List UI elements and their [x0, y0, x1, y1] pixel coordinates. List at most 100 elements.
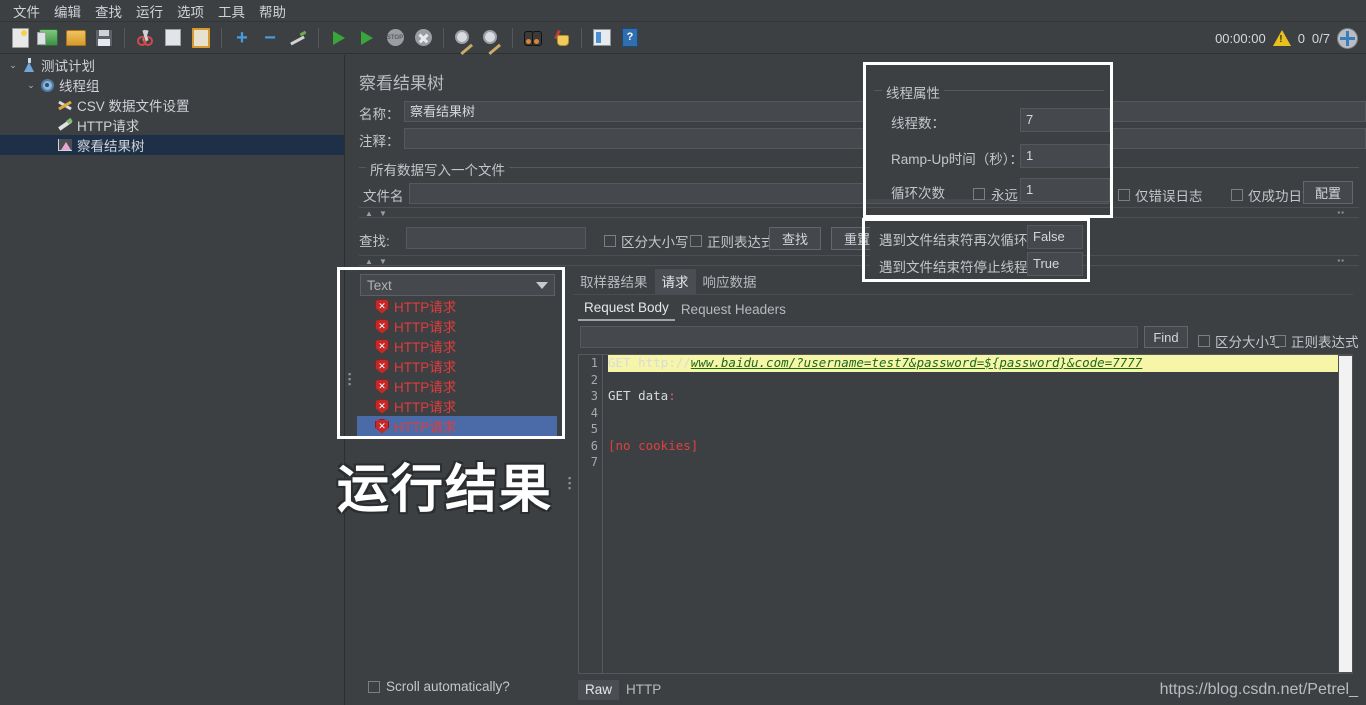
raw-http-tabs[interactable]: Raw HTTP — [578, 678, 668, 700]
shutdown-icon[interactable] — [410, 25, 436, 51]
menu-item-1[interactable]: 编辑 — [47, 0, 88, 23]
splitter2-grip[interactable]: ▪▪ — [1337, 256, 1345, 265]
request-body-view[interactable]: 1 2 3 4 5 6 7 GET http://www.baidu.com/?userna… — [578, 354, 1353, 674]
help-icon[interactable]: ? — [617, 25, 643, 51]
splitter-2[interactable]: ▲ ▼ ▪▪ — [359, 255, 1359, 266]
line-number: 4 — [590, 405, 598, 420]
chevron-down-icon[interactable] — [536, 281, 548, 289]
results-list[interactable]: ✕ HTTP请求 ✕ HTTP请求 ✕ HTTP请求 ✕ HTTP请求 ✕ HTTP请求 ✕ HTTP… — [357, 296, 557, 438]
result-entry-2[interactable]: ✕ HTTP请求 — [357, 336, 557, 356]
result-entry-5[interactable]: ✕ HTTP请求 — [357, 396, 557, 416]
menu-item-0[interactable]: 文件 — [6, 0, 47, 23]
warning-icon[interactable] — [1272, 30, 1291, 46]
search-case-box[interactable] — [604, 235, 616, 247]
detail-find-input[interactable] — [580, 326, 1138, 348]
result-entry-0[interactable]: ✕ HTTP请求 — [357, 296, 557, 316]
thread-gizmo-icon[interactable] — [1337, 27, 1358, 49]
result-entry-6[interactable]: ✕ HTTP请求 — [357, 416, 557, 436]
results-splitter-grip[interactable]: ▪ ▪ ▪ — [348, 370, 352, 389]
splitter2-up-arrow[interactable]: ▲ — [365, 257, 373, 266]
chevron-down-icon[interactable]: ⌄ — [24, 80, 38, 91]
menu-item-2[interactable]: 查找 — [88, 0, 129, 23]
tree-item-3[interactable]: HTTP请求 — [0, 115, 344, 135]
search-reset-icon[interactable] — [548, 25, 574, 51]
detail-case-checkbox[interactable]: 区分大小写 — [1198, 331, 1283, 351]
search-regex-checkbox[interactable]: 正则表达式 — [690, 231, 775, 251]
raw-tab-1[interactable]: HTTP — [619, 680, 668, 700]
scroll-automatically-checkbox[interactable]: Scroll automatically? — [368, 679, 510, 694]
tree-item-2[interactable]: CSV 数据文件设置 — [0, 95, 344, 115]
tree-item-0[interactable]: ⌄ 测试计划 — [0, 55, 344, 75]
cut-icon[interactable] — [132, 25, 158, 51]
detail-case-box[interactable] — [1198, 335, 1210, 347]
menu-item-3[interactable]: 运行 — [129, 0, 170, 23]
start-icon[interactable] — [326, 25, 352, 51]
search-find-button[interactable]: 查找 — [769, 227, 821, 250]
errors-only-box[interactable] — [1118, 189, 1130, 201]
tree-item-label: 察看结果树 — [77, 139, 145, 154]
forever-checkbox[interactable]: 永远 — [973, 184, 1018, 204]
result-entry-1[interactable]: ✕ HTTP请求 — [357, 316, 557, 336]
detail-subtab-0[interactable]: Request Body — [578, 298, 675, 321]
splitter-down-arrow[interactable]: ▼ — [379, 209, 387, 218]
forever-box[interactable] — [973, 188, 985, 200]
render-format-combo[interactable]: Text — [360, 274, 555, 296]
chevron-down-icon[interactable]: ⌄ — [6, 60, 20, 71]
error-shield-icon: ✕ — [375, 338, 389, 354]
collapse-icon[interactable]: − — [257, 25, 283, 51]
search-case-checkbox[interactable]: 区分大小写 — [604, 231, 689, 251]
paste-icon[interactable] — [188, 25, 214, 51]
code-scrollbar-thumb[interactable] — [1339, 356, 1352, 672]
loop-count-input[interactable]: 1 — [1020, 178, 1110, 202]
splitter-up-arrow[interactable]: ▲ — [365, 209, 373, 218]
new-icon[interactable] — [7, 25, 33, 51]
result-entry-4[interactable]: ✕ HTTP请求 — [357, 376, 557, 396]
result-entry-3[interactable]: ✕ HTTP请求 — [357, 356, 557, 376]
search-input[interactable] — [406, 227, 586, 249]
detail-tab-0[interactable]: 取样器结果 — [573, 269, 655, 294]
detail-regex-label: 正则表达式 — [1291, 335, 1359, 350]
detail-splitter-grip[interactable]: ▪ ▪ ▪ — [568, 474, 572, 493]
tree-item-4[interactable]: 察看结果树 — [0, 135, 344, 155]
detail-subtab-1[interactable]: Request Headers — [675, 300, 792, 321]
toggle-icon[interactable] — [285, 25, 311, 51]
menu-item-4[interactable]: 选项 — [170, 0, 211, 23]
success-only-box[interactable] — [1231, 189, 1243, 201]
search-regex-box[interactable] — [690, 235, 702, 247]
save-icon[interactable] — [91, 25, 117, 51]
thread-count-input[interactable]: 7 — [1020, 108, 1110, 132]
scroll-automatically-box[interactable] — [368, 680, 380, 693]
raw-tab-0[interactable]: Raw — [578, 680, 620, 700]
open-icon[interactable] — [63, 25, 89, 51]
splitter-grip[interactable]: ▪▪ — [1337, 208, 1345, 217]
detail-tab-1[interactable]: 请求 — [654, 269, 696, 294]
filename-row: 文件名 — [363, 185, 404, 205]
menu-item-6[interactable]: 帮助 — [252, 0, 293, 23]
splitter-1[interactable]: ▲ ▼ ▪▪ — [359, 207, 1359, 218]
detail-regex-checkbox[interactable]: 正则表达式 — [1274, 331, 1359, 351]
rampup-input[interactable]: 1 — [1020, 144, 1110, 168]
clear-all-icon[interactable] — [479, 25, 505, 55]
configure-button[interactable]: 配置 — [1303, 181, 1353, 204]
menu-item-5[interactable]: 工具 — [211, 0, 252, 23]
copy-icon[interactable] — [160, 25, 186, 51]
template-icon[interactable] — [35, 25, 61, 51]
search-icon[interactable] — [520, 25, 546, 51]
function-helper-icon[interactable] — [589, 25, 615, 51]
splitter2-down-arrow[interactable]: ▼ — [379, 257, 387, 266]
result-entry-label: HTTP请求 — [394, 300, 457, 315]
detail-find-button[interactable]: Find — [1144, 326, 1188, 348]
clear-icon[interactable] — [451, 25, 477, 55]
detail-tab-2[interactable]: 响应数据 — [696, 269, 764, 294]
detail-subtabs[interactable]: Request Body Request Headers — [578, 299, 792, 321]
tree-item-1[interactable]: ⌄ 线程组 — [0, 75, 344, 95]
detail-tabs[interactable]: 取样器结果 请求 响应数据 — [573, 269, 764, 294]
csv-recycle-value[interactable]: False — [1027, 225, 1083, 249]
test-plan-tree[interactable]: ⌄ 测试计划 ⌄ 线程组 CSV 数据文件设置 HTTP请求察看结果树 — [0, 55, 345, 705]
start-no-pause-icon[interactable] — [354, 25, 380, 51]
errors-only-checkbox[interactable]: 仅错误日志 — [1118, 185, 1203, 205]
detail-regex-box[interactable] — [1274, 335, 1286, 347]
csv-stop-thread-value[interactable]: True — [1027, 252, 1083, 276]
expand-icon[interactable]: + — [229, 25, 255, 51]
stop-icon[interactable]: STOP — [382, 25, 408, 51]
